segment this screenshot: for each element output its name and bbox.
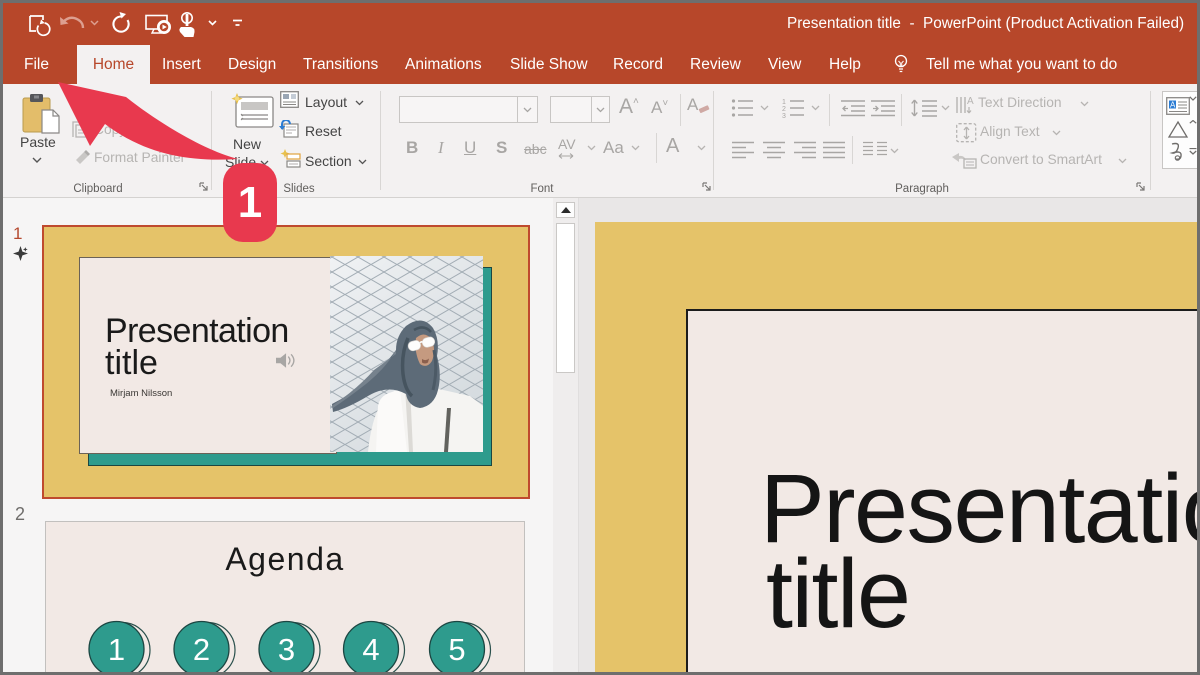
svg-text:2: 2 [193, 632, 210, 667]
svg-text:2: 2 [782, 106, 786, 113]
svg-text:3: 3 [278, 632, 295, 667]
svg-text:5: 5 [448, 632, 465, 667]
svg-text:A: A [1170, 101, 1176, 110]
svg-text:1: 1 [782, 99, 786, 106]
svg-text:A: A [967, 96, 974, 107]
svg-text:3: 3 [782, 113, 786, 118]
svg-text:4: 4 [362, 632, 379, 667]
svg-text:1: 1 [108, 632, 125, 667]
